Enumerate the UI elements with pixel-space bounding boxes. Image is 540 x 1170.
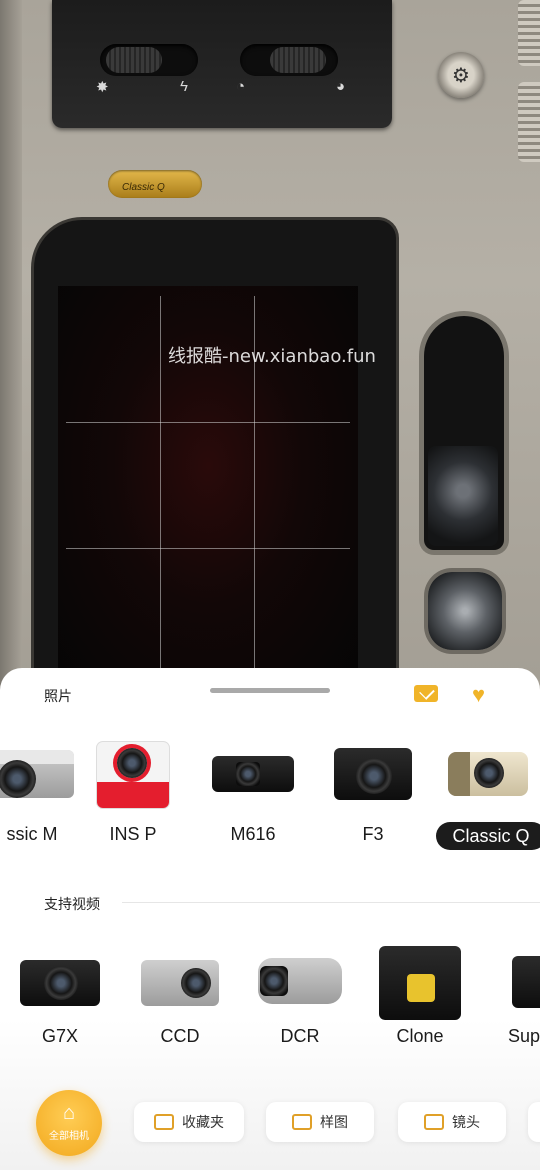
favorites-label: 收藏夹 [182, 1115, 224, 1131]
camera-item[interactable]: F3 [313, 740, 433, 860]
camera-thumbnail [448, 752, 528, 796]
lenses-button[interactable]: 镜头 [398, 1102, 506, 1142]
camera-label: Classic Q [436, 822, 540, 850]
camera-thumbnail [97, 742, 169, 808]
samples-button[interactable]: 样图 [266, 1102, 374, 1142]
secondary-lens [428, 572, 502, 650]
store-icon: ⌂ [62, 1102, 76, 1124]
flash-on-icon: ϟ [180, 78, 188, 95]
top-dial[interactable] [518, 0, 540, 66]
camera-thumbnail [512, 956, 540, 1008]
camera-item[interactable]: G7X [0, 942, 120, 1062]
camera-item[interactable]: Clone [360, 942, 480, 1062]
camera-item[interactable]: CCD [120, 942, 240, 1062]
camera-thumbnail [379, 946, 461, 1020]
video-section-title: 支持视频 [44, 897, 100, 913]
samples-label: 样图 [320, 1115, 348, 1131]
camera-label: Sup [508, 1026, 540, 1046]
flash-off-icon: ✸ [96, 79, 109, 96]
camera-model-badge: Classic Q [108, 170, 202, 198]
camera-item[interactable]: DCR [240, 942, 360, 1062]
camera-item[interactable]: INS P [73, 740, 193, 860]
flash-toggle-switch[interactable] [100, 44, 198, 76]
camera-picker-sheet: 照片 ♥ ssic M INS P M616 F3 Classic Q 支持视频… [0, 668, 540, 1170]
folder-icon [154, 1114, 174, 1130]
favorites-button[interactable]: 收藏夹 [134, 1102, 244, 1142]
side-dial[interactable] [518, 82, 540, 162]
all-cameras-label: 全部相机 [49, 1131, 89, 1142]
camera-label: G7X [41, 1026, 79, 1046]
watermark-text: 线报酷-new.xianbao.fun [168, 346, 376, 367]
camera-edge [0, 0, 22, 700]
camera-label: Clone [396, 1026, 444, 1046]
grid-line-horizontal [66, 422, 350, 423]
film-icon [424, 1114, 444, 1130]
camera-label: F3 [362, 824, 384, 844]
settings-gear-icon[interactable]: ⚙ [438, 52, 484, 98]
camera-body: ✸ ϟ ◔ ◕ ⚙ Classic Q 线报酷-new.xianbao.fun [0, 0, 540, 700]
camera-thumbnail [258, 958, 342, 1004]
camera-item-selected[interactable]: Classic Q [428, 740, 540, 860]
camera-thumbnail [0, 750, 74, 798]
image-icon [292, 1114, 312, 1130]
section-divider [122, 902, 540, 903]
sheet-drag-handle[interactable] [210, 688, 330, 693]
camera-thumbnail [141, 960, 219, 1006]
camera-thumbnail [212, 756, 294, 792]
timer-toggle-switch[interactable] [240, 44, 338, 76]
camera-item[interactable]: Sup [480, 942, 540, 1062]
timer-on-icon: ◕ [336, 78, 346, 95]
mail-icon[interactable] [414, 685, 438, 702]
all-cameras-button[interactable]: ⌂ 全部相机 [36, 1090, 102, 1156]
camera-item[interactable]: M616 [193, 740, 313, 860]
camera-label: M616 [230, 824, 276, 844]
more-button[interactable] [528, 1102, 540, 1142]
camera-thumbnail [20, 960, 100, 1006]
photo-section-title: 照片 [44, 689, 72, 705]
camera-label: DCR [280, 1026, 320, 1046]
grid-line-horizontal [66, 548, 350, 549]
photo-camera-list[interactable]: ssic M INS P M616 F3 Classic Q [0, 740, 540, 860]
heart-icon[interactable]: ♥ [472, 682, 485, 708]
lenses-label: 镜头 [452, 1115, 480, 1131]
camera-label: INS P [109, 824, 157, 844]
video-camera-list[interactable]: G7X CCD DCR Clone Sup [0, 942, 540, 1062]
timer-off-icon: ◔ [236, 78, 246, 95]
camera-thumbnail [334, 748, 412, 800]
camera-label: CCD [160, 1026, 200, 1046]
front-lens [428, 446, 498, 546]
grid-line-vertical [160, 296, 161, 676]
